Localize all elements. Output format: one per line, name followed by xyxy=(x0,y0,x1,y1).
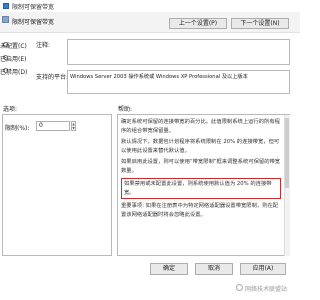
ok-button[interactable]: 确定 xyxy=(150,263,188,275)
supported-on-value: Windows Server 2003 操作系统或 Windows XP Pro… xyxy=(67,70,290,94)
window-title: 限制可保留带宽 xyxy=(12,4,55,11)
spinner-arrows-icon[interactable]: ▲ ▼ xyxy=(71,121,76,131)
cancel-button[interactable]: 取消 xyxy=(195,263,233,275)
radio-not-configured-label[interactable]: 未配置(C) xyxy=(0,41,27,50)
options-label: 选项: xyxy=(3,106,18,113)
next-setting-button[interactable]: 下一个设置(N) xyxy=(231,18,289,29)
supported-on-label: 支持的平台: xyxy=(36,74,69,81)
options-panel xyxy=(2,114,112,256)
watermark-text: 网络技术联盟站 xyxy=(245,286,288,293)
help-paragraph-1: 确定系统可保留的连接带宽的百分比。此值限制系统上运行的所有程序的组合带宽保留量。 xyxy=(121,119,280,134)
help-paragraph-2: 默认情况下，数据包计划程序将系统限制在 20% 的连接带宽，但可以使用此设置来替… xyxy=(121,139,280,154)
help-scroll-thumb[interactable] xyxy=(285,118,289,188)
limit-spinbox[interactable]: 0 xyxy=(36,121,70,131)
setting-name: 限制可保留带宽 xyxy=(12,19,55,26)
help-paragraph-4-highlighted: 如果禁用或未配置此设置，则系统使用默认值为 20% 的连接带宽。 xyxy=(121,178,281,199)
comment-label: 注释: xyxy=(36,42,51,49)
apply-button[interactable]: 应用(A) xyxy=(240,263,286,275)
help-label: 帮助: xyxy=(118,106,133,113)
help-paragraph-5: 重要事项: 如果在注册表中为特定网络适配器设置带宽限制，则在配置该网络适配器时将… xyxy=(121,203,279,218)
help-panel: 确定系统可保留的连接带宽的百分比。此值限制系统上运行的所有程序的组合带宽保留量。… xyxy=(117,114,290,256)
comment-input[interactable] xyxy=(67,39,290,65)
watermark-icon xyxy=(236,284,243,291)
radio-enabled-label[interactable]: 已启用(E) xyxy=(0,54,26,63)
policy-icon xyxy=(3,3,9,9)
policy-setting-icon xyxy=(2,16,9,23)
prev-setting-button[interactable]: 上一个设置(P) xyxy=(169,18,227,29)
limit-label: 限制(%): xyxy=(5,125,30,132)
radio-disabled-label[interactable]: 已禁用(D) xyxy=(0,67,27,76)
help-paragraph-3: 如果启用此设置，则可以使用“带宽限制”框来调整系统可保留的带宽数量。 xyxy=(121,159,281,174)
